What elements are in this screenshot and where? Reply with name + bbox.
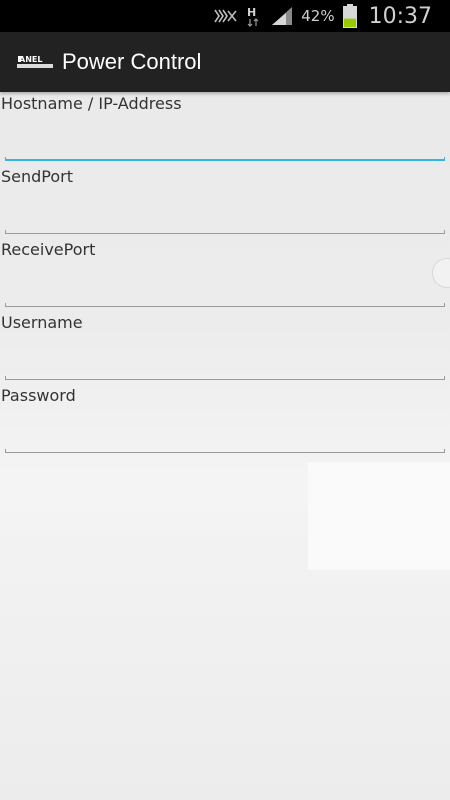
username-field: Username [0, 311, 450, 384]
receiveport-underline [5, 303, 445, 307]
receiveport-field: ReceivePort [0, 238, 450, 311]
sendport-label: SendPort [1, 167, 74, 186]
signal-icon [271, 6, 293, 26]
password-field: Password [0, 384, 450, 457]
password-label: Password [1, 386, 76, 405]
receiveport-label: ReceivePort [1, 240, 96, 259]
password-underline [5, 449, 445, 453]
hostname-label: Hostname / IP-Address [1, 94, 182, 113]
password-input[interactable] [5, 410, 445, 452]
username-label: Username [1, 313, 83, 332]
battery-percent: 42% [301, 7, 335, 25]
battery-icon [342, 4, 357, 28]
action-bar: ANEL Power Control [0, 32, 450, 92]
sendport-input[interactable] [5, 191, 445, 233]
sendport-underline [5, 230, 445, 234]
hostname-field: Hostname / IP-Address [0, 92, 450, 165]
hostname-underline [5, 157, 445, 161]
receiveport-input[interactable] [5, 264, 445, 306]
background-highlight [308, 462, 450, 570]
settings-form: Hostname / IP-Address SendPort ReceivePo… [0, 92, 450, 457]
mute-icon [213, 7, 237, 25]
hostname-input[interactable] [5, 118, 445, 160]
h-data-icon: H [245, 5, 263, 27]
status-bar: H 42% 10:37 [0, 0, 450, 32]
username-underline [5, 376, 445, 380]
clock: 10:37 [368, 3, 432, 29]
network-type-text: H [247, 6, 256, 19]
app-logo-icon: ANEL [16, 54, 54, 70]
username-input[interactable] [5, 337, 445, 379]
sendport-field: SendPort [0, 165, 450, 238]
svg-text:ANEL: ANEL [19, 55, 42, 64]
app-title: Power Control [62, 49, 202, 74]
